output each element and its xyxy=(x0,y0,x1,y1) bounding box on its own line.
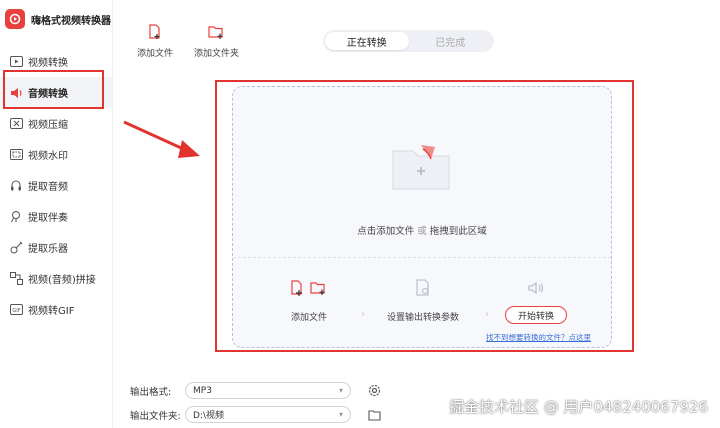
sidebar-item-extract-instrument[interactable]: 提取乐器 xyxy=(0,232,112,263)
app-title: 嗨格式视频转换器 xyxy=(31,15,111,27)
sidebar: 嗨格式视频转换器 视频转换 音频转换 视频压缩 视频水印 提取音频 提取伴奏 提… xyxy=(0,0,113,428)
speaker-icon xyxy=(527,279,545,300)
sidebar-item-merge[interactable]: 视频(音频)拼接 xyxy=(0,263,112,294)
chevron-down-icon: ▾ xyxy=(338,410,343,419)
add-file-button[interactable]: 添加文件 xyxy=(137,24,173,59)
annotation-arrow-icon xyxy=(123,120,200,158)
video-convert-icon xyxy=(9,55,23,69)
sidebar-item-audio-convert[interactable]: 音频转换 xyxy=(0,77,112,108)
drop-hint-or: 或 xyxy=(417,226,427,237)
sidebar-nav: 视频转换 音频转换 视频压缩 视频水印 提取音频 提取伴奏 提取乐器 视频(音频… xyxy=(0,46,112,325)
output-format-label: 输出格式: xyxy=(130,386,172,398)
sidebar-item-label: 视频水印 xyxy=(28,151,68,162)
step-add-file: 添加文件 xyxy=(289,279,329,323)
sidebar-item-label: 视频转换 xyxy=(28,58,68,69)
output-folder-label: 输出文件夹: xyxy=(130,410,181,422)
add-folder-button[interactable]: 添加文件夹 xyxy=(194,24,239,59)
output-format-value: MP3 xyxy=(193,385,212,396)
open-folder-icon[interactable] xyxy=(367,408,381,422)
file-drop-zone[interactable]: 点击添加文件或拖拽到此区域 添加文件 › 设置输出转换参数 › 开始转换 找不到… xyxy=(232,86,612,348)
step-start: 开始转换 xyxy=(505,279,568,324)
sidebar-item-label: 视频转GIF xyxy=(28,306,75,317)
drop-hint-click: 点击添加文件 xyxy=(357,226,415,237)
drop-hint: 点击添加文件或拖拽到此区域 xyxy=(233,223,611,237)
sidebar-item-label: 音频转换 xyxy=(28,89,68,100)
settings-doc-icon xyxy=(414,279,432,300)
sidebar-item-label: 视频(音频)拼接 xyxy=(28,275,96,286)
extract-instrument-icon xyxy=(9,241,23,255)
start-convert-button[interactable]: 开始转换 xyxy=(505,306,568,324)
add-file-icon xyxy=(147,24,163,43)
format-settings-gear-icon[interactable] xyxy=(367,384,381,398)
watermark: 掘金技术社区 @ 用户048240067926 xyxy=(448,398,708,416)
sidebar-item-video-compress[interactable]: 视频压缩 xyxy=(0,108,112,139)
audio-convert-icon xyxy=(9,86,23,100)
output-format-row: 输出格式: MP3 ▾ xyxy=(130,382,381,399)
sidebar-item-extract-audio[interactable]: 提取音频 xyxy=(0,170,112,201)
sidebar-item-label: 提取伴奏 xyxy=(28,213,68,224)
divider xyxy=(233,257,611,258)
output-format-select[interactable]: MP3 ▾ xyxy=(185,382,351,399)
sidebar-item-video-watermark[interactable]: 视频水印 xyxy=(0,139,112,170)
status-tabs: 正在转换 已完成 xyxy=(323,30,494,52)
output-folder-select[interactable]: D:\视频 ▾ xyxy=(185,406,351,423)
sidebar-item-video-to-gif[interactable]: GIF 视频转GIF xyxy=(0,294,112,325)
sidebar-item-label: 提取音频 xyxy=(28,182,68,193)
merge-icon xyxy=(9,272,23,286)
step-arrow-icon: › xyxy=(361,309,365,320)
step-arrow-icon: › xyxy=(485,309,489,320)
tab-converting[interactable]: 正在转换 xyxy=(325,32,409,50)
help-link[interactable]: 找不到想要转换的文件？点这里 xyxy=(486,332,591,343)
folder-add-icon xyxy=(392,145,450,190)
step-file-folder-icon xyxy=(289,279,329,300)
extract-accompaniment-icon xyxy=(9,210,23,224)
extract-audio-icon xyxy=(9,179,23,193)
sidebar-item-label: 视频压缩 xyxy=(28,120,68,131)
sidebar-item-extract-accompaniment[interactable]: 提取伴奏 xyxy=(0,201,112,232)
app-header: 嗨格式视频转换器 xyxy=(0,0,112,38)
drop-hint-drag: 拖拽到此区域 xyxy=(429,226,487,237)
video-compress-icon xyxy=(9,117,23,131)
output-folder-row: 输出文件夹: D:\视频 ▾ xyxy=(130,406,381,423)
chevron-down-icon: ▾ xyxy=(338,386,343,395)
sidebar-item-label: 提取乐器 xyxy=(28,244,68,255)
svg-text:GIF: GIF xyxy=(12,308,20,314)
add-folder-icon xyxy=(208,24,225,43)
gif-icon: GIF xyxy=(9,303,23,317)
output-folder-value: D:\视频 xyxy=(193,411,224,421)
app-logo-icon xyxy=(5,9,25,29)
tab-completed[interactable]: 已完成 xyxy=(409,32,493,50)
sidebar-item-video-convert[interactable]: 视频转换 xyxy=(0,46,112,77)
step-set-params: 设置输出转换参数 xyxy=(387,279,459,323)
video-watermark-icon xyxy=(9,148,23,162)
